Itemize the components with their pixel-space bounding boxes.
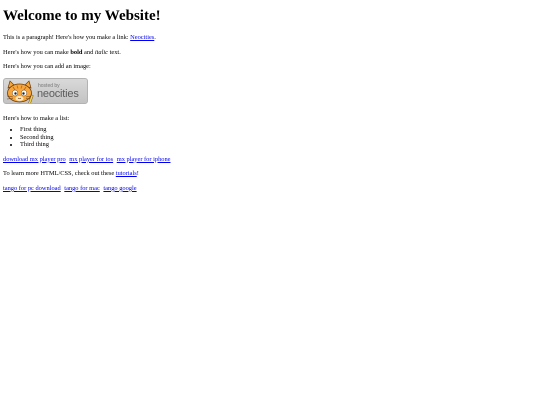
list-item: Second thing — [20, 134, 537, 142]
example-list: First thing Second thing Third thing — [3, 126, 537, 149]
badge-neocities-text: neocities — [37, 87, 79, 100]
link-tango-google[interactable]: tango google — [103, 185, 136, 192]
bold-text: bold — [70, 48, 83, 56]
learn-more-text: To learn more HTML/CSS, check out these — [3, 170, 116, 178]
formatting-text: Here's how you can make — [3, 48, 71, 56]
image-intro: Here's how you can add an image: — [3, 63, 91, 70]
list-intro: Here's how to make a list: — [3, 114, 70, 122]
page-title: Welcome to my Website! — [3, 8, 161, 24]
links-row-tango: tango for pc download tango for mac tang… — [3, 185, 537, 193]
neocities-badge[interactable]: hosted by neocities — [3, 77, 88, 104]
link-tango-mac[interactable]: tango for mac — [64, 185, 100, 192]
list-item: Third thing — [20, 141, 537, 149]
formatting-between: and — [82, 48, 95, 56]
paragraph-text: This is a paragraph! Here's how you make… — [3, 34, 131, 41]
paragraph-link: This is a paragraph! Here's how you make… — [3, 34, 537, 42]
italic-text: italic — [94, 48, 109, 56]
page: Welcome to my Website! This is a paragra… — [0, 0, 540, 405]
learn-more-paragraph: To learn more HTML/CSS, check out these … — [3, 170, 537, 178]
link-tango-pc-download[interactable]: tango for pc download — [3, 185, 61, 192]
tutorials-link[interactable]: tutorials — [116, 170, 137, 177]
formatting-end: text. — [108, 48, 121, 56]
link-download-mx-player-pro[interactable]: download mx player pro — [3, 156, 66, 163]
neocities-link[interactable]: Neocities — [130, 34, 154, 41]
link-mx-player-iphone[interactable]: mx player for iphone — [117, 156, 171, 163]
learn-more-end: ! — [136, 170, 139, 178]
paragraph-formatting: Here's how you can make bold and italic … — [3, 49, 537, 57]
links-row-mx-player: download mx player pro mx player for ios… — [3, 156, 537, 164]
list-item: First thing — [20, 126, 537, 134]
link-mx-player-ios[interactable]: mx player for ios — [69, 156, 113, 163]
neocities-cat-icon — [6, 79, 34, 103]
paragraph-text-end: . — [154, 34, 156, 41]
